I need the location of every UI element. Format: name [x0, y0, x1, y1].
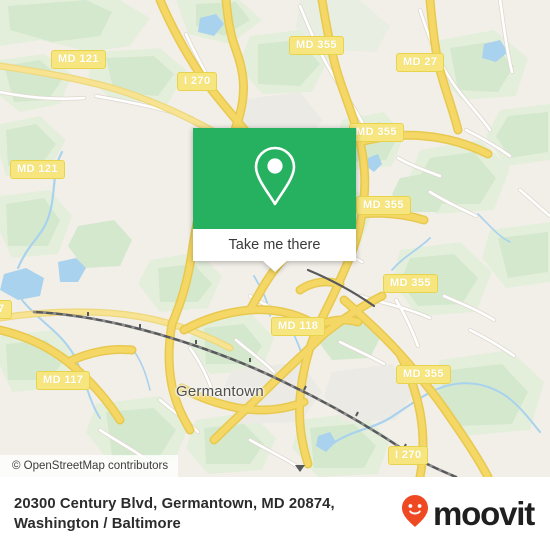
address-line-1: 20300 Century Blvd, Germantown, MD 20874…	[14, 495, 335, 512]
road-shield-left-edge: 7	[0, 300, 12, 319]
moovit-logo[interactable]: moovit	[401, 494, 540, 533]
road-shield-md355-upper: MD 355	[349, 123, 404, 142]
moovit-pin-smiley-icon	[401, 494, 429, 533]
road-shield-md355-south: MD 355	[396, 365, 451, 384]
road-shield-md355-center: MD 355	[383, 274, 438, 293]
map-canvas[interactable]: .g { fill:#d4e8cd; } .gl { fill:#e4efdb;…	[0, 0, 550, 477]
road-shield-i270-north: I 270	[177, 72, 218, 91]
attribution-text: © OpenStreetMap contributors	[12, 460, 169, 472]
address-line-2: Washington / Baltimore	[14, 515, 181, 532]
popup-tail	[262, 261, 287, 272]
take-me-there-label: Take me there	[228, 237, 321, 253]
road-shield-md355-top: MD 355	[289, 36, 344, 55]
road-shield-md355-mid: MD 355	[356, 196, 411, 215]
footer-bar: 20300 Century Blvd, Germantown, MD 20874…	[0, 477, 550, 550]
road-shield-md121-north: MD 121	[51, 50, 106, 69]
map-attribution[interactable]: © OpenStreetMap contributors	[0, 455, 179, 477]
popup-pin-area[interactable]	[193, 128, 356, 229]
address-block: 20300 Century Blvd, Germantown, MD 20874…	[14, 494, 335, 534]
road-shield-md118: MD 118	[271, 317, 326, 336]
road-shield-md117: MD 117	[36, 371, 91, 390]
location-popup-card[interactable]: Take me there	[193, 128, 356, 272]
road-shield-md121-west: MD 121	[10, 160, 65, 179]
take-me-there-button[interactable]: Take me there	[193, 229, 356, 261]
place-label-germantown: Germantown	[176, 383, 264, 400]
moovit-wordmark: moovit	[433, 495, 535, 532]
moovit-map-screenshot: .g { fill:#d4e8cd; } .gl { fill:#e4efdb;…	[0, 0, 550, 550]
road-shield-i270-south: I 270	[388, 446, 429, 465]
road-shield-md27: MD 27	[396, 53, 445, 72]
map-pin-icon	[252, 145, 298, 212]
